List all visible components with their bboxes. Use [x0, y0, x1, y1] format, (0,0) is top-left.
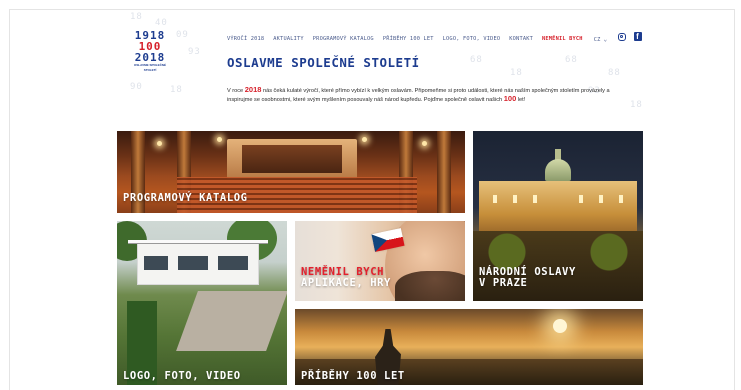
- social-links: f: [617, 32, 642, 41]
- villa-path: [176, 291, 287, 351]
- sun: [553, 319, 567, 333]
- language-label: CZ: [593, 36, 601, 43]
- background-digits: 90: [130, 82, 143, 92]
- museum-window: [493, 195, 497, 203]
- intro-text: V roce 2018 nás čeká kulaté výročí, kter…: [227, 86, 612, 104]
- museum-window: [513, 195, 517, 203]
- tile-label: NÁRODNÍ OSLAVY V PRAZE: [479, 267, 576, 289]
- museum-window: [579, 195, 583, 203]
- logo-subtitle: OSLAVME SPOLEČNÉ STOLETÍ: [134, 63, 166, 72]
- background-digits: 18: [510, 68, 523, 78]
- language-selector[interactable]: CZ ⌄: [594, 36, 608, 43]
- intro-part: V roce: [227, 88, 245, 94]
- tile-narodni-oslavy[interactable]: NÁRODNÍ OSLAVY V PRAZE: [473, 131, 643, 301]
- tile-programovy-katalog[interactable]: PROGRAMOVÝ KATALOG: [117, 131, 465, 213]
- tile-label: PŘÍBĚHY 100 LET: [301, 370, 405, 382]
- tile-logo-foto-video[interactable]: LOGO, FOTO, VIDEO: [117, 221, 287, 385]
- nav-item-kontakt[interactable]: Kontakt: [509, 36, 533, 42]
- tile-pribehy-100-let[interactable]: PŘÍBĚHY 100 LET: [295, 309, 643, 385]
- intro-part: nás čeká kulaté výročí, které přímo vybí…: [227, 88, 610, 103]
- page-title: OSLAVME SPOLEČNÉ STOLETÍ: [227, 55, 420, 70]
- theater-light: [217, 137, 222, 142]
- background-digits: 09: [176, 30, 189, 40]
- background-digits: 93: [188, 47, 201, 57]
- tile-label-line: V PRAZE: [479, 277, 528, 289]
- face-beard: [395, 271, 465, 301]
- background-digits: 68: [565, 55, 578, 65]
- background-digits: 18: [630, 100, 643, 110]
- chevron-down-icon: ⌄: [603, 35, 608, 43]
- theater-light: [362, 137, 367, 142]
- tile-label: NEMĚNIL BYCH APLIKACE, HRY: [301, 267, 391, 289]
- background-digits: 88: [608, 68, 621, 78]
- nav-item-programovy-katalog[interactable]: Programový katalog: [313, 36, 374, 42]
- background-digits: 18: [130, 12, 143, 22]
- nav-item-pribehy[interactable]: Příběhy 100 let: [383, 36, 434, 42]
- logo-year-2018: 2018: [134, 51, 166, 64]
- tile-label: LOGO, FOTO, VIDEO: [123, 370, 241, 382]
- theater-stage: [227, 139, 357, 179]
- museum-window: [533, 195, 537, 203]
- facebook-icon[interactable]: f: [633, 32, 642, 41]
- tile-label: PROGRAMOVÝ KATALOG: [123, 192, 248, 204]
- theater-column: [437, 131, 451, 213]
- nav-item-aktuality[interactable]: Aktuality: [273, 36, 304, 42]
- background-digits: 18: [170, 85, 183, 95]
- nav-item-logo-foto-video[interactable]: Logo, foto, video: [443, 36, 501, 42]
- site-logo[interactable]: 1918 100 2018 OSLAVME SPOLEČNÉ STOLETÍ: [128, 30, 172, 73]
- nav-item-vyroci[interactable]: Výročí 2018: [227, 36, 264, 42]
- museum-window: [599, 195, 603, 203]
- tile-label-line: APLIKACE, HRY: [301, 277, 391, 289]
- tile-nemenil-bych[interactable]: NEMĚNIL BYCH APLIKACE, HRY: [295, 221, 465, 301]
- villa-house: [128, 240, 268, 285]
- theater-light: [157, 141, 162, 146]
- intro-hundred-highlight: 100: [503, 94, 517, 103]
- intro-year-highlight: 2018: [244, 85, 262, 94]
- theater-light: [422, 141, 427, 146]
- background-digits: 40: [155, 18, 168, 28]
- museum-dome: [545, 159, 571, 181]
- main-nav: Výročí 2018 Aktuality Programový katalog…: [227, 34, 607, 44]
- background-digits: 68: [470, 55, 483, 65]
- museum-window: [619, 195, 623, 203]
- instagram-icon[interactable]: [617, 32, 626, 41]
- intro-part: let!: [516, 97, 526, 103]
- nav-item-nemenil-bych[interactable]: Neměnil bych: [542, 36, 583, 42]
